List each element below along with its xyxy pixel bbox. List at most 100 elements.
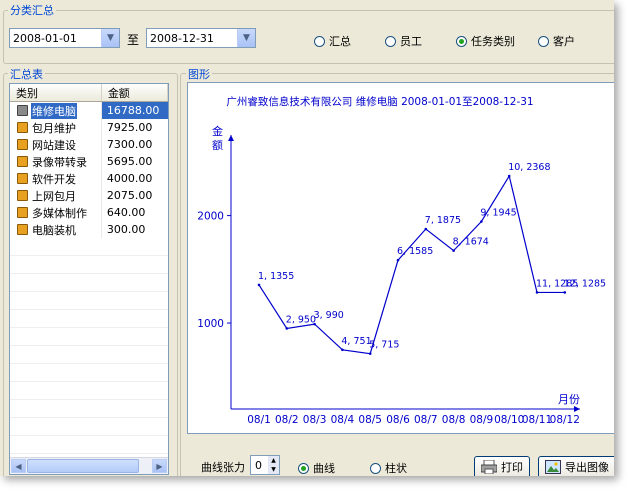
data-point bbox=[507, 174, 511, 178]
tension-label: 曲线张力 bbox=[201, 461, 245, 474]
spin-down-icon[interactable]: ▼ bbox=[268, 465, 279, 474]
radio-task-category[interactable]: 任务类别 bbox=[456, 33, 515, 49]
chart-marks: 1, 1355 2, 9503, 990 4, 7515, 715 6, 1585 7,… bbox=[257, 162, 606, 355]
list-item[interactable]: 上网包月 2075.00 bbox=[10, 187, 168, 204]
scroll-left-icon[interactable]: ◀ bbox=[11, 459, 26, 473]
chevron-down-icon[interactable]: ▼ bbox=[101, 29, 119, 47]
summary-list-header: 类别 金额 bbox=[10, 84, 168, 102]
x-axis-label: 月份 bbox=[558, 393, 580, 406]
to-label: 至 bbox=[127, 33, 140, 47]
list-item[interactable]: 包月维护 7925.00 bbox=[10, 119, 168, 136]
empty-row bbox=[10, 274, 168, 292]
list-item[interactable]: 软件开发 4000.00 bbox=[10, 170, 168, 187]
x-axis-arrow bbox=[574, 406, 580, 412]
date-to-combo[interactable]: 2008-12-31 ▼ bbox=[146, 28, 256, 48]
box-icon bbox=[17, 156, 28, 167]
scroll-right-icon[interactable]: ▶ bbox=[152, 459, 167, 473]
filter-group-title: 分类汇总 bbox=[8, 2, 56, 18]
radio-customer-dot[interactable] bbox=[538, 35, 549, 47]
radio-summary-dot[interactable] bbox=[314, 35, 325, 47]
y-axis-label-1: 金 bbox=[212, 124, 223, 138]
radio-bar-dot[interactable] bbox=[370, 462, 381, 474]
column-header-amount[interactable]: 金额 bbox=[102, 84, 168, 101]
data-label: 4, 751 bbox=[341, 336, 371, 347]
chart-panel: 广州睿致信息技术有限公司 维修电脑 2008-01-01至2008-12-31 … bbox=[187, 82, 614, 434]
date-to-value: 2008-12-31 bbox=[150, 32, 214, 45]
chart-group-title: 图形 bbox=[186, 66, 212, 82]
y-axis-arrow bbox=[228, 135, 234, 141]
x-tick-label: 08/3 bbox=[303, 414, 327, 426]
row-category: 包月维护 bbox=[32, 121, 76, 135]
empty-row bbox=[10, 238, 168, 256]
row-amount: 16788.00 bbox=[101, 102, 168, 119]
radio-bar[interactable]: 柱状 bbox=[370, 460, 407, 476]
empty-row bbox=[10, 400, 168, 418]
data-point bbox=[535, 291, 539, 294]
x-tick-label: 08/12 bbox=[550, 414, 580, 426]
data-point bbox=[341, 348, 344, 352]
row-amount: 7300.00 bbox=[106, 138, 153, 151]
chart-title: 广州睿致信息技术有限公司 维修电脑 2008-01-01至2008-12-31 bbox=[226, 95, 533, 108]
list-item[interactable]: 电脑装机 300.00 bbox=[10, 221, 168, 238]
row-amount: 5695.00 bbox=[106, 155, 153, 168]
x-tick-label: 08/6 bbox=[386, 414, 410, 426]
horizontal-scrollbar[interactable]: ◀ ▶ bbox=[10, 457, 168, 474]
radio-employee-dot[interactable] bbox=[385, 35, 396, 47]
date-from-combo[interactable]: 2008-01-01 ▼ bbox=[9, 28, 120, 48]
data-label: 3, 990 bbox=[314, 310, 344, 321]
x-tick-label: 08/5 bbox=[358, 414, 382, 426]
row-amount: 300.00 bbox=[106, 223, 146, 236]
print-button[interactable]: 打印 bbox=[474, 456, 530, 476]
line-chart: 广州睿致信息技术有限公司 维修电脑 2008-01-01至2008-12-31 … bbox=[197, 95, 606, 426]
empty-row bbox=[10, 310, 168, 328]
chevron-down-icon[interactable]: ▼ bbox=[237, 29, 255, 47]
list-item[interactable]: 网站建设 7300.00 bbox=[10, 136, 168, 153]
chart-axes: 1000 2000 08/1 08/2 08/3 08/4 08/5 08/6 08/7 08/8… bbox=[197, 135, 580, 426]
row-amount: 640.00 bbox=[106, 206, 146, 219]
data-label: 12, 1285 bbox=[564, 278, 606, 289]
row-amount: 2075.00 bbox=[106, 189, 153, 202]
radio-customer-label: 客户 bbox=[553, 35, 575, 48]
data-label: 6, 1585 bbox=[397, 246, 433, 257]
row-category: 上网包月 bbox=[32, 189, 76, 203]
spin-up-icon[interactable]: ▲ bbox=[268, 456, 279, 465]
data-label: 2, 950 bbox=[286, 314, 316, 325]
export-image-button-label: 导出图像 bbox=[565, 461, 609, 474]
tension-spinner[interactable]: 0 ▲ ▼ bbox=[250, 455, 280, 475]
list-item[interactable]: 多媒体制作 640.00 bbox=[10, 204, 168, 221]
y-tick-label: 1000 bbox=[197, 318, 224, 330]
empty-row bbox=[10, 418, 168, 436]
empty-row bbox=[10, 328, 168, 346]
data-label: 10, 2368 bbox=[508, 162, 550, 173]
box-icon bbox=[17, 207, 28, 218]
series-line bbox=[258, 174, 565, 355]
row-amount: 7925.00 bbox=[106, 121, 153, 134]
box-icon bbox=[17, 139, 28, 150]
tension-value[interactable]: 0 bbox=[255, 459, 262, 472]
y-axis-label-2: 额 bbox=[212, 139, 223, 152]
x-tick-label: 08/11 bbox=[522, 414, 552, 426]
data-point bbox=[396, 258, 400, 262]
list-item[interactable]: 录像带转录 5695.00 bbox=[10, 153, 168, 170]
summary-rows: 维修电脑 16788.00 包月维护 7925.00 网站建设 7300.00 … bbox=[10, 102, 168, 454]
row-category: 软件开发 bbox=[32, 172, 76, 186]
x-tick-label: 08/4 bbox=[331, 414, 355, 426]
radio-curve-label: 曲线 bbox=[313, 462, 335, 475]
data-label: 7, 1875 bbox=[425, 215, 461, 226]
summary-list[interactable]: 类别 金额 维修电脑 16788.00 包月维护 7925.00 网站建设 73… bbox=[9, 83, 169, 475]
y-tick-label: 2000 bbox=[197, 211, 224, 223]
radio-summary[interactable]: 汇总 bbox=[314, 33, 351, 49]
export-image-button[interactable]: 导出图像 bbox=[538, 456, 614, 476]
column-header-category[interactable]: 类别 bbox=[10, 84, 102, 101]
radio-task-category-dot[interactable] bbox=[456, 35, 467, 47]
radio-customer[interactable]: 客户 bbox=[538, 33, 575, 49]
radio-employee[interactable]: 员工 bbox=[385, 33, 422, 49]
empty-row bbox=[10, 382, 168, 400]
image-icon bbox=[545, 460, 561, 474]
list-item[interactable]: 维修电脑 16788.00 bbox=[10, 102, 168, 119]
radio-curve[interactable]: 曲线 bbox=[298, 460, 335, 476]
radio-curve-dot[interactable] bbox=[298, 462, 309, 474]
empty-row bbox=[10, 256, 168, 274]
empty-row bbox=[10, 292, 168, 310]
scroll-thumb[interactable] bbox=[27, 459, 139, 473]
